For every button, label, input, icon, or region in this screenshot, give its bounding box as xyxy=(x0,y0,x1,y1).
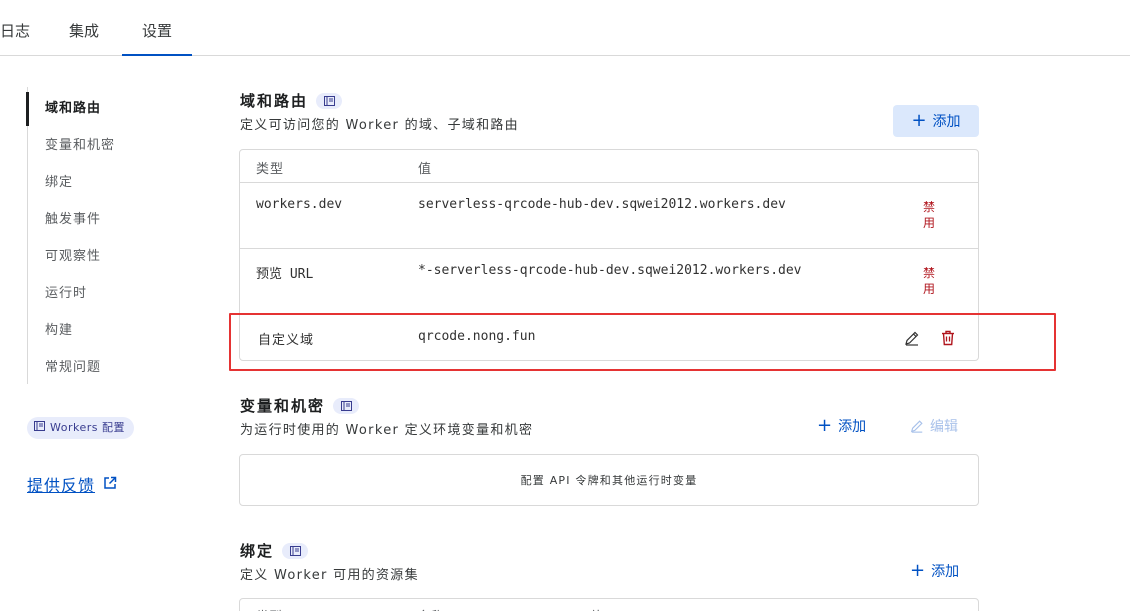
domains-section-title: 域和路由 xyxy=(240,90,343,111)
disable-workers-dev-button[interactable]: 禁用 xyxy=(923,199,937,231)
row-value: serverless-qrcode-hub-dev.sqwei2012.work… xyxy=(418,197,786,212)
sidebar-item-triggers[interactable]: 触发事件 xyxy=(45,208,101,227)
variables-empty-state: 配置 API 令牌和其他运行时变量 xyxy=(239,454,979,506)
col-header-type: 类型 xyxy=(256,162,285,177)
row-divider xyxy=(240,182,978,183)
external-link-icon xyxy=(103,475,117,494)
sidebar-item-build[interactable]: 构建 xyxy=(45,319,73,338)
workers-config-badge[interactable]: Workers 配置 xyxy=(27,417,134,439)
domains-title-text: 域和路由 xyxy=(240,92,309,110)
feedback-label: 提供反馈 xyxy=(27,476,96,495)
docs-icon[interactable] xyxy=(316,92,343,109)
plus-icon: + xyxy=(911,110,927,131)
pencil-icon xyxy=(910,420,923,433)
tab-logs[interactable]: 日志 xyxy=(0,20,30,56)
top-tab-bar: 日志 集成 设置 xyxy=(0,0,1130,56)
col-header-value: 值 xyxy=(590,606,603,611)
edit-variables-label: 编辑 xyxy=(930,419,958,435)
active-indicator xyxy=(26,92,29,126)
tab-settings[interactable]: 设置 xyxy=(122,20,192,56)
col-header-name: 名称 xyxy=(418,606,444,611)
domains-description: 定义可访问您的 Worker 的域、子域和路由 xyxy=(240,118,519,133)
plus-icon: + xyxy=(910,560,926,581)
tab-integrations[interactable]: 集成 xyxy=(69,20,99,56)
variables-title-text: 变量和机密 xyxy=(240,397,326,415)
row-type: 预览 URL xyxy=(256,267,314,282)
add-binding-label: 添加 xyxy=(931,564,960,580)
docs-icon[interactable] xyxy=(282,542,309,559)
workers-config-label: Workers 配置 xyxy=(50,421,125,434)
add-binding-button[interactable]: + 添加 xyxy=(910,561,959,581)
variables-section-title: 变量和机密 xyxy=(240,395,360,416)
variables-description: 为运行时使用的 Worker 定义环境变量和机密 xyxy=(240,423,534,438)
sidebar-item-runtime[interactable]: 运行时 xyxy=(45,282,87,301)
docs-icon[interactable] xyxy=(333,397,360,414)
sidebar-item-observability[interactable]: 可观察性 xyxy=(45,245,101,264)
sidebar-item-bindings[interactable]: 绑定 xyxy=(45,171,73,190)
settings-sidebar: 域和路由 变量和机密 绑定 触发事件 可观察性 运行时 构建 常规问题 xyxy=(26,87,177,384)
add-route-label: 添加 xyxy=(932,114,961,130)
bindings-description: 定义 Worker 可用的资源集 xyxy=(240,568,419,583)
disable-preview-url-button[interactable]: 禁用 xyxy=(923,265,937,297)
row-divider xyxy=(240,248,978,249)
variables-empty-text: 配置 API 令牌和其他运行时变量 xyxy=(520,474,698,487)
sidebar-item-general[interactable]: 常规问题 xyxy=(45,356,101,375)
bindings-section-title: 绑定 xyxy=(240,540,309,561)
row-type: workers.dev xyxy=(256,197,343,212)
book-icon xyxy=(34,417,45,439)
custom-domain-highlight xyxy=(229,313,1056,371)
col-header-value: 值 xyxy=(418,162,433,177)
plus-icon: + xyxy=(817,415,833,436)
edit-variables-button[interactable]: 编辑 xyxy=(910,416,958,436)
sidebar-item-variables[interactable]: 变量和机密 xyxy=(45,134,115,153)
add-route-button[interactable]: + 添加 xyxy=(893,105,979,137)
bindings-title-text: 绑定 xyxy=(240,542,275,560)
col-header-type: 类型 xyxy=(256,606,282,611)
add-variable-label: 添加 xyxy=(838,419,867,435)
add-variable-button[interactable]: + 添加 xyxy=(817,416,866,436)
sidebar-item-domains[interactable]: 域和路由 xyxy=(45,97,101,116)
row-value: *-serverless-qrcode-hub-dev.sqwei2012.wo… xyxy=(418,263,802,278)
feedback-link[interactable]: 提供反馈 xyxy=(27,472,117,496)
bindings-table: 类型 名称 值 xyxy=(239,598,979,611)
